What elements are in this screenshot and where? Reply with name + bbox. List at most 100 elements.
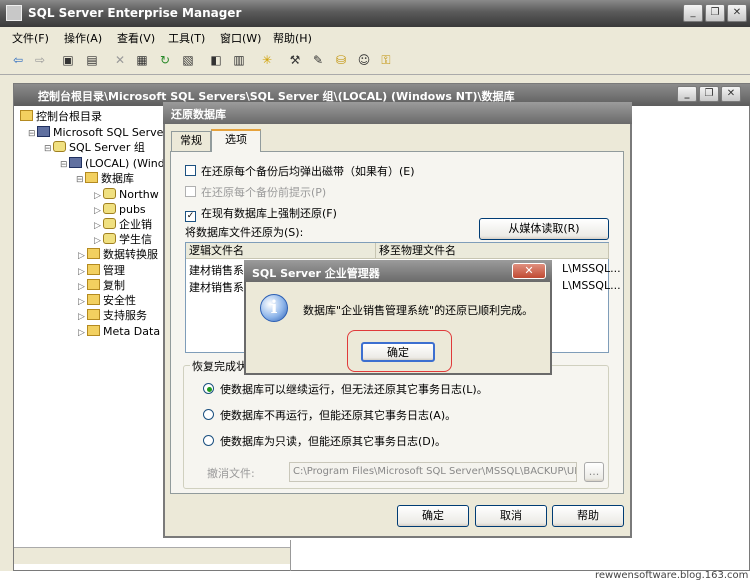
read-from-media-button[interactable]: 从媒体读取(R): [479, 218, 609, 240]
list-item-path[interactable]: L\MSSQL...: [562, 279, 621, 292]
collapse-icon[interactable]: ⊟: [44, 142, 53, 156]
help-button[interactable]: 帮助: [552, 505, 624, 527]
recovery-group-label: 恢复完成状: [190, 358, 249, 374]
menu-tools[interactable]: 工具(T): [168, 30, 205, 46]
message-ok-button[interactable]: 确定: [361, 342, 435, 362]
tree-node-servers[interactable]: ⊟ Microsoft SQL Servers: [28, 126, 174, 140]
tree-node-dts[interactable]: ▷ 数据转换服: [78, 248, 158, 262]
restore-as-label: 将数据库文件还原为(S):: [185, 226, 304, 239]
eject-tapes-checkbox[interactable]: 在还原每个备份后均弹出磁带（如果有）(E): [185, 163, 415, 179]
minimize-button[interactable]: _: [683, 4, 703, 22]
tree-node-group[interactable]: ⊟ SQL Server 组: [44, 141, 145, 155]
wizard-icon[interactable]: ✳: [259, 52, 275, 68]
list-item-path[interactable]: L\MSSQL...: [562, 262, 621, 275]
folder-icon: [87, 279, 100, 290]
collapse-icon[interactable]: ⊟: [28, 127, 37, 141]
close-button[interactable]: ✕: [727, 4, 747, 22]
tree-node-databases[interactable]: ⊟ 数据库: [76, 172, 134, 186]
checkbox-box[interactable]: [185, 165, 196, 176]
folder-icon: [85, 172, 98, 183]
undo-file-input[interactable]: C:\Program Files\Microsoft SQL Server\MS…: [289, 462, 577, 482]
force-restore-checkbox[interactable]: ✓ 在现有数据库上强制还原(F): [185, 205, 337, 222]
back-arrow-icon[interactable]: ⇦: [10, 52, 26, 68]
check-icon[interactable]: ✓: [185, 211, 196, 222]
message-box-title-bar: SQL Server 企业管理器: [244, 260, 552, 282]
child-restore-button[interactable]: ❐: [699, 86, 719, 102]
message-text: 数据库"企业销售管理系统"的还原已顺利完成。: [303, 304, 534, 317]
message-close-button[interactable]: ✕: [512, 263, 546, 279]
tree-node-meta-data[interactable]: ▷ Meta Data: [78, 325, 160, 339]
recovery-option-readonly[interactable]: 使数据库为只读，但能还原其它事务日志(D)。: [203, 433, 446, 449]
forward-arrow-icon[interactable]: ⇨: [32, 52, 48, 68]
column-header-logical[interactable]: 逻辑文件名: [186, 243, 376, 259]
delete-icon[interactable]: ✕: [112, 52, 128, 68]
properties-icon[interactable]: ▦: [134, 52, 150, 68]
tree-node-db[interactable]: ▷ 企业销: [94, 218, 152, 232]
toolbar: ⇦ ⇨ ▣ ▤ ✕ ▦ ↻ ▧ ◧ ▥ ✳ ⚒ ✎ ⛁ ☺ ⚿: [0, 47, 750, 75]
tree-node-support[interactable]: ▷ 支持服务: [78, 309, 147, 323]
database-icon: [103, 203, 116, 214]
list-icon[interactable]: ▥: [231, 52, 247, 68]
checkbox-box[interactable]: [185, 186, 196, 197]
column-header-physical[interactable]: 移至物理文件名: [376, 243, 609, 259]
servers-icon: [37, 126, 50, 137]
export-icon[interactable]: ▧: [180, 52, 196, 68]
folder-icon: [87, 294, 100, 305]
run-icon[interactable]: ⚒: [287, 52, 303, 68]
folder-icon: [87, 264, 100, 275]
collapse-icon[interactable]: ⊟: [60, 158, 69, 172]
job-icon[interactable]: ✎: [310, 52, 326, 68]
list-item[interactable]: 建材销售系: [189, 279, 244, 295]
prompt-before-restore-checkbox[interactable]: 在还原每个备份前提示(P): [185, 184, 326, 200]
tree-node-db[interactable]: ▷ Northw: [94, 188, 159, 202]
undo-file-label: 撤消文件:: [207, 467, 255, 480]
menu-view[interactable]: 查看(V): [117, 30, 155, 46]
new-database-icon[interactable]: ⛁: [333, 52, 349, 68]
child-minimize-button[interactable]: _: [677, 86, 697, 102]
menu-file[interactable]: 文件(F): [12, 30, 49, 46]
menu-help[interactable]: 帮助(H): [273, 30, 312, 46]
cancel-button[interactable]: 取消: [475, 505, 547, 527]
browse-button[interactable]: ...: [584, 462, 604, 482]
recovery-option-operational[interactable]: 使数据库可以继续运行，但无法还原其它事务日志(L)。: [203, 381, 488, 397]
tree-node-root[interactable]: 控制台根目录: [20, 110, 102, 124]
key-icon[interactable]: ⚿: [378, 52, 394, 68]
restore-dialog-title: 还原数据库: [171, 108, 226, 121]
horizontal-scrollbar[interactable]: [14, 547, 290, 564]
folder-icon: [20, 110, 33, 121]
list-item[interactable]: 建材销售系: [189, 262, 244, 278]
watermark: rewwensoftware.blog.163.com: [595, 570, 749, 581]
group-icon: [53, 141, 66, 152]
folder-icon: [87, 309, 100, 320]
tree-node-local-server[interactable]: ⊟ (LOCAL) (Wind: [60, 157, 165, 171]
radio-selected-icon[interactable]: [203, 383, 214, 394]
up-folder-icon[interactable]: ▣: [60, 52, 76, 68]
pane-divider[interactable]: [290, 540, 291, 571]
restore-dialog-title-bar: 还原数据库: [163, 102, 632, 124]
info-icon: i: [260, 294, 288, 322]
tree-node-security[interactable]: ▷ 安全性: [78, 294, 136, 308]
app-icon: [6, 5, 22, 21]
tab-general[interactable]: 常规: [171, 131, 211, 151]
new-login-icon[interactable]: ☺: [356, 52, 372, 68]
tree-node-replication[interactable]: ▷ 复制: [78, 279, 125, 293]
refresh-icon[interactable]: ↻: [157, 52, 173, 68]
menu-bar: 文件(F) 操作(A) 查看(V) 工具(T) 窗口(W) 帮助(H): [0, 27, 750, 47]
server-icon: [69, 157, 82, 168]
recovery-option-standby[interactable]: 使数据库不再运行，但能还原其它事务日志(A)。: [203, 407, 456, 423]
restore-button[interactable]: ❐: [705, 4, 725, 22]
collapse-icon[interactable]: ⊟: [76, 173, 85, 187]
radio-icon[interactable]: [203, 409, 214, 420]
tree-node-db[interactable]: ▷ pubs: [94, 203, 146, 217]
menu-window[interactable]: 窗口(W): [220, 30, 261, 46]
view-icon[interactable]: ◧: [208, 52, 224, 68]
tree-toggle-icon[interactable]: ▤: [84, 52, 100, 68]
tree-node-management[interactable]: ▷ 管理: [78, 264, 125, 278]
ok-button[interactable]: 确定: [397, 505, 469, 527]
child-close-button[interactable]: ✕: [721, 86, 741, 102]
app-title: SQL Server Enterprise Manager: [28, 6, 242, 20]
tab-options[interactable]: 选项: [211, 129, 261, 152]
tree-node-db[interactable]: ▷ 学生信: [94, 233, 152, 247]
radio-icon[interactable]: [203, 435, 214, 446]
menu-action[interactable]: 操作(A): [64, 30, 102, 46]
